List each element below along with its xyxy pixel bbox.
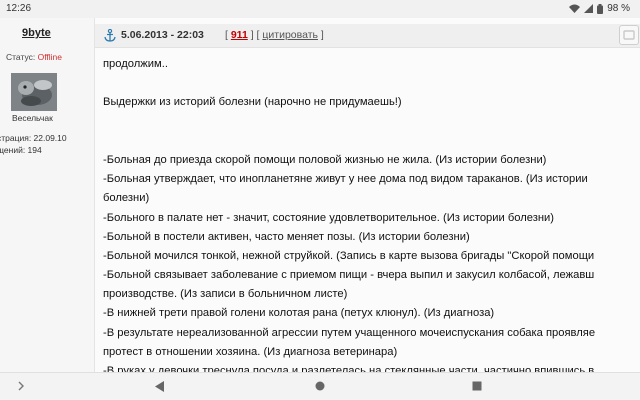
post-header: 5.06.2013 - 22:03 [ 911 ] [ цитировать ] — [95, 24, 640, 48]
battery-icon — [597, 3, 604, 14]
quote-link[interactable]: цитировать — [262, 29, 318, 41]
post-text-line: -В результате нереализованной агрессии п… — [103, 326, 596, 339]
post-text-line: протест в отношении хозяина. (Из диагноз… — [103, 345, 398, 358]
post-text-line: Выдержки из историй болезни (нарочно не … — [103, 96, 402, 109]
post-text-line: -В руках у девочки треснула посуда и раз… — [103, 365, 595, 372]
post-number-link[interactable]: 911 — [231, 29, 248, 41]
status-time: 12:26 — [6, 3, 32, 14]
post-text-line — [103, 74, 640, 93]
post-text-line: -Больная до приезда скорой помощи полово… — [103, 153, 547, 166]
post-text-line: -Больной мочился тонкой, нежной струйкой… — [103, 249, 595, 262]
recents-icon[interactable] — [472, 381, 482, 391]
avatar[interactable] — [11, 73, 57, 111]
post-text-line — [103, 113, 640, 132]
post-menu-icon — [623, 30, 635, 40]
user-profile-panel: 9byte Статус: Offline Весельчак страция:… — [0, 18, 95, 372]
post-date: 5.06.2013 - 22:03 — [121, 29, 204, 41]
post-text-line: -Больная утверждает, что инопланетяне жи… — [103, 173, 588, 186]
anchor-icon[interactable] — [104, 29, 116, 42]
status-bar: 12:26 98 % — [0, 0, 640, 18]
user-message-count: щений: 194 — [0, 145, 42, 155]
chevron-right-icon[interactable] — [16, 380, 26, 392]
user-registration: страция: 22.09.10 — [0, 133, 67, 143]
post-text-line: болезни) — [103, 192, 150, 205]
avatar-image — [11, 73, 57, 111]
back-icon[interactable] — [155, 381, 165, 392]
post-text-line: -Больной в постели активен, часто меняет… — [103, 230, 470, 243]
navigation-bar — [0, 372, 640, 400]
home-icon[interactable] — [315, 381, 325, 391]
user-status-offline: Offline — [37, 52, 63, 62]
forum-post: 9byte Статус: Offline Весельчак страция:… — [0, 18, 640, 372]
post-text-line: -В нижней трети правой голени колотая ра… — [103, 307, 495, 320]
post-text-line: -Больного в палате нет - значит, состоян… — [103, 211, 555, 224]
post-text-line: продолжим.. — [103, 58, 168, 70]
battery-level: 98 % — [607, 3, 630, 14]
post-text-line: производстве. (Из записи в больничном ли… — [103, 288, 348, 301]
signal-icon — [584, 4, 594, 13]
post-body: продолжим.. Выдержки из историй болезни (… — [103, 55, 640, 372]
status-icons: 98 % — [569, 3, 630, 14]
post-menu-button[interactable] — [619, 25, 639, 45]
post-text-line: -Больной связывает заболевание с приемом… — [103, 269, 595, 282]
user-rank: Весельчак — [12, 113, 53, 123]
user-status-label: Статус: — [6, 52, 38, 62]
wifi-icon — [569, 4, 581, 13]
username-link[interactable]: 9byte — [22, 27, 51, 39]
user-status: Статус: Offline — [6, 52, 62, 62]
post-actions: [ 911 ] [ цитировать ] — [225, 29, 324, 41]
post-text-line — [103, 132, 640, 151]
